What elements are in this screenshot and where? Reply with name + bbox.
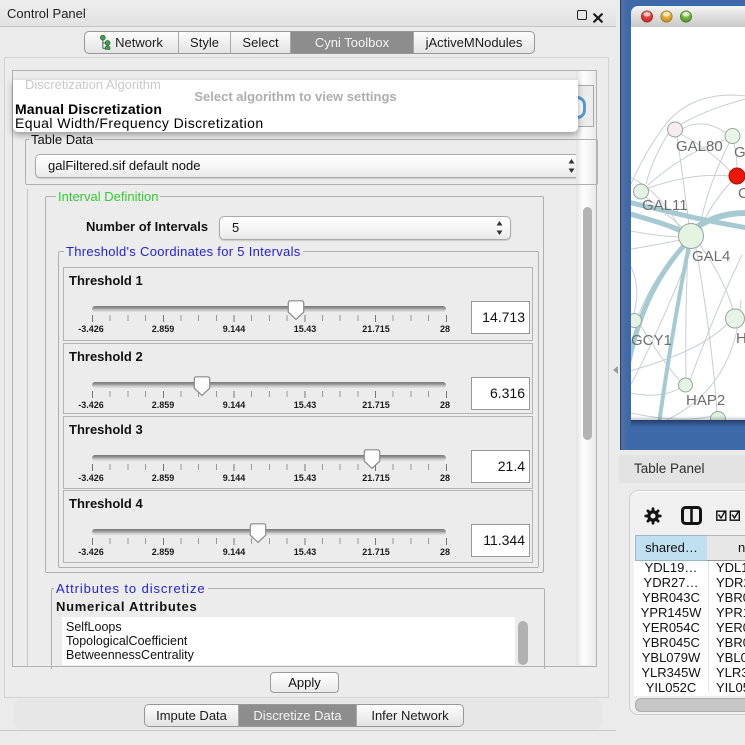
svg-text:H: H [736, 330, 745, 347]
svg-text:GAL11: GAL11 [642, 197, 688, 214]
svg-text:HAP2: HAP2 [686, 392, 725, 409]
svg-text:GA: GA [734, 144, 745, 161]
svg-text:GAL4: GAL4 [692, 248, 730, 265]
svg-text:C: C [738, 185, 745, 202]
svg-text:GAL80: GAL80 [676, 138, 723, 155]
svg-text:GCY1: GCY1 [631, 332, 672, 349]
